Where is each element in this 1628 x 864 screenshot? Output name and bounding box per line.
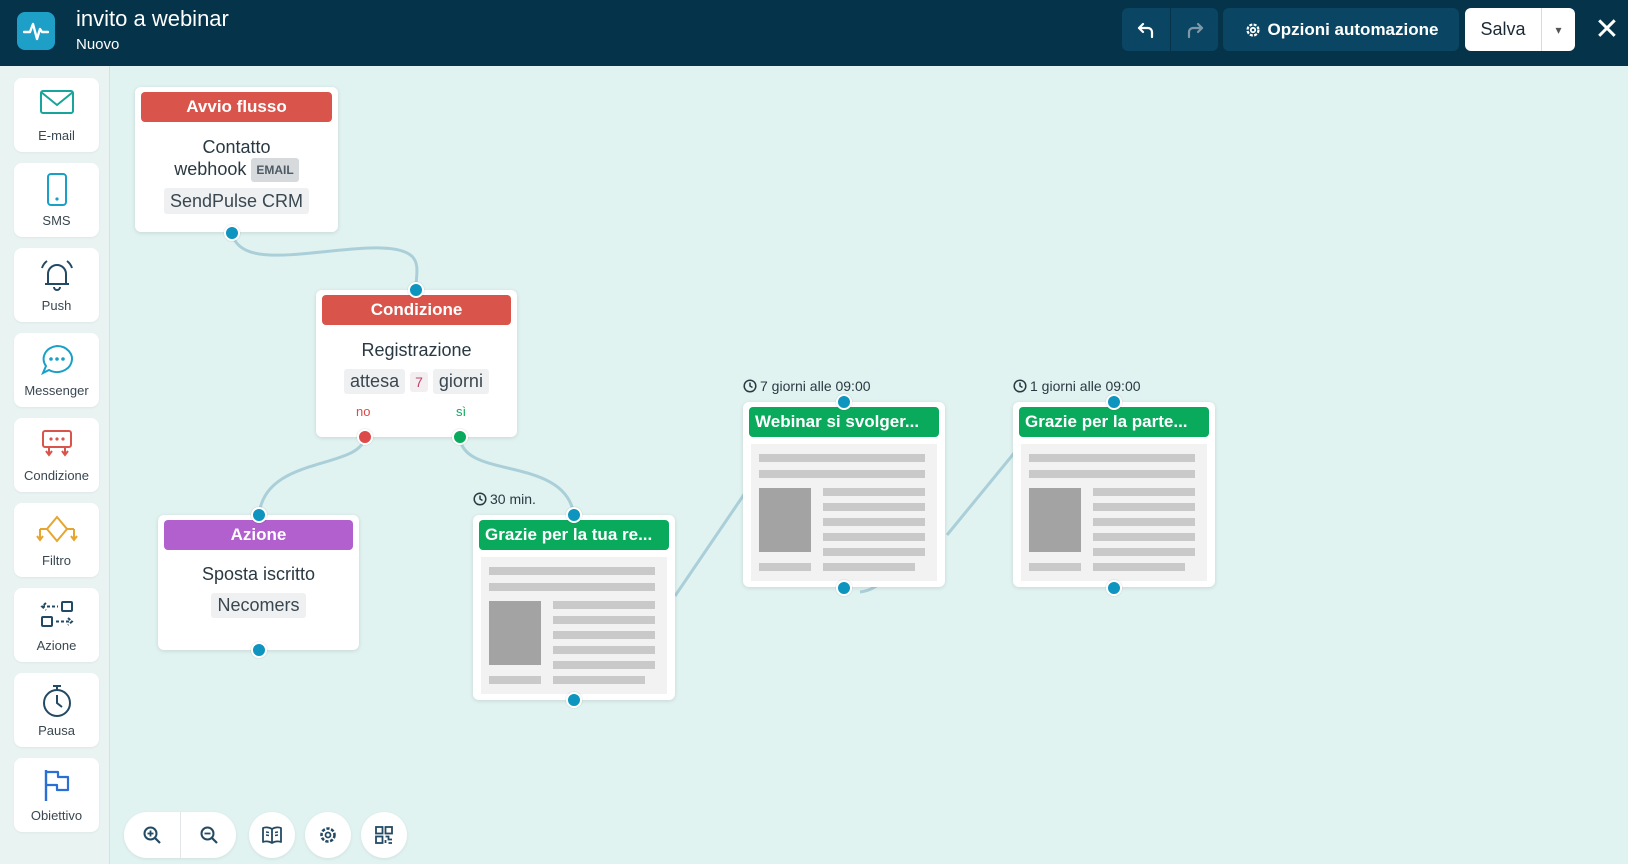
- condition-input-port[interactable]: [408, 282, 424, 298]
- wire-email1-email2: [673, 492, 747, 597]
- condition-node[interactable]: Condizione Registrazione attesa 7 giorni…: [316, 290, 517, 437]
- condition-unit-chip: giorni: [432, 369, 489, 394]
- condition-no-label: no: [356, 404, 371, 419]
- zoom-out-icon: [200, 826, 218, 844]
- email3-timing: 1 giorni alle 09:00: [1013, 378, 1141, 394]
- zoom-in-icon: [143, 826, 161, 844]
- zoom-in-button[interactable]: [124, 812, 180, 858]
- action-node[interactable]: Azione Sposta iscritto Necomers: [158, 515, 359, 650]
- email2-timing: 7 giorni alle 09:00: [743, 378, 871, 394]
- templates-button[interactable]: [361, 812, 407, 858]
- email3-timing-text: 1 giorni alle 09:00: [1030, 378, 1141, 394]
- wire-email2-email3: [945, 451, 1017, 536]
- action-header: Azione: [164, 520, 353, 550]
- email2-input-port[interactable]: [836, 394, 852, 410]
- wire-condition-no-action: [257, 436, 367, 516]
- email1-timing-text: 30 min.: [490, 491, 536, 507]
- email2-timing-text: 7 giorni alle 09:00: [760, 378, 871, 394]
- condition-yes-label: sì: [456, 404, 467, 419]
- start-flow-header: Avvio flusso: [141, 92, 332, 122]
- email1-preview: [481, 557, 667, 694]
- condition-header: Condizione: [322, 295, 511, 325]
- email1-node[interactable]: Grazie per la tua re...: [473, 515, 675, 700]
- start-output-port[interactable]: [224, 225, 240, 241]
- book-icon: [262, 826, 282, 844]
- settings-button[interactable]: [305, 812, 351, 858]
- grid-icon: [375, 826, 393, 844]
- action-input-port[interactable]: [251, 507, 267, 523]
- email3-preview: [1021, 444, 1207, 581]
- action-title: Sposta iscritto: [201, 564, 316, 584]
- email1-output-port[interactable]: [566, 692, 582, 708]
- guide-button[interactable]: [249, 812, 295, 858]
- gear-icon: [320, 827, 336, 843]
- start-flow-node[interactable]: Avvio flusso Contatto webhook EMAIL Send…: [135, 87, 338, 232]
- email3-output-port[interactable]: [1106, 580, 1122, 596]
- clock-icon: [1013, 379, 1027, 393]
- email1-input-port[interactable]: [566, 507, 582, 523]
- email3-input-port[interactable]: [1106, 394, 1122, 410]
- condition-wait-chip: attesa: [344, 369, 406, 394]
- email2-node[interactable]: Webinar si svolger...: [743, 402, 945, 587]
- condition-title: Registrazione: [361, 340, 472, 360]
- email-badge: EMAIL: [251, 158, 299, 183]
- start-trigger-line2: webhook: [174, 159, 247, 179]
- condition-yes-port[interactable]: [452, 429, 468, 445]
- condition-days-value: 7: [410, 372, 428, 393]
- condition-no-port[interactable]: [357, 429, 373, 445]
- zoom-controls: [124, 812, 236, 858]
- email2-preview: [751, 444, 937, 581]
- start-source-chip: SendPulse CRM: [163, 188, 310, 215]
- wire-start-condition: [230, 232, 419, 291]
- email3-header: Grazie per la parte...: [1019, 407, 1209, 437]
- clock-icon: [743, 379, 757, 393]
- start-trigger-line1: Contatto: [202, 137, 271, 157]
- clock-icon: [473, 492, 487, 506]
- email3-node[interactable]: Grazie per la parte...: [1013, 402, 1215, 587]
- email2-output-port[interactable]: [836, 580, 852, 596]
- email2-header: Webinar si svolger...: [749, 407, 939, 437]
- zoom-out-button[interactable]: [180, 812, 236, 858]
- email1-header: Grazie per la tua re...: [479, 520, 669, 550]
- action-target-chip: Necomers: [211, 593, 306, 618]
- email1-timing: 30 min.: [473, 491, 536, 507]
- action-output-port[interactable]: [251, 642, 267, 658]
